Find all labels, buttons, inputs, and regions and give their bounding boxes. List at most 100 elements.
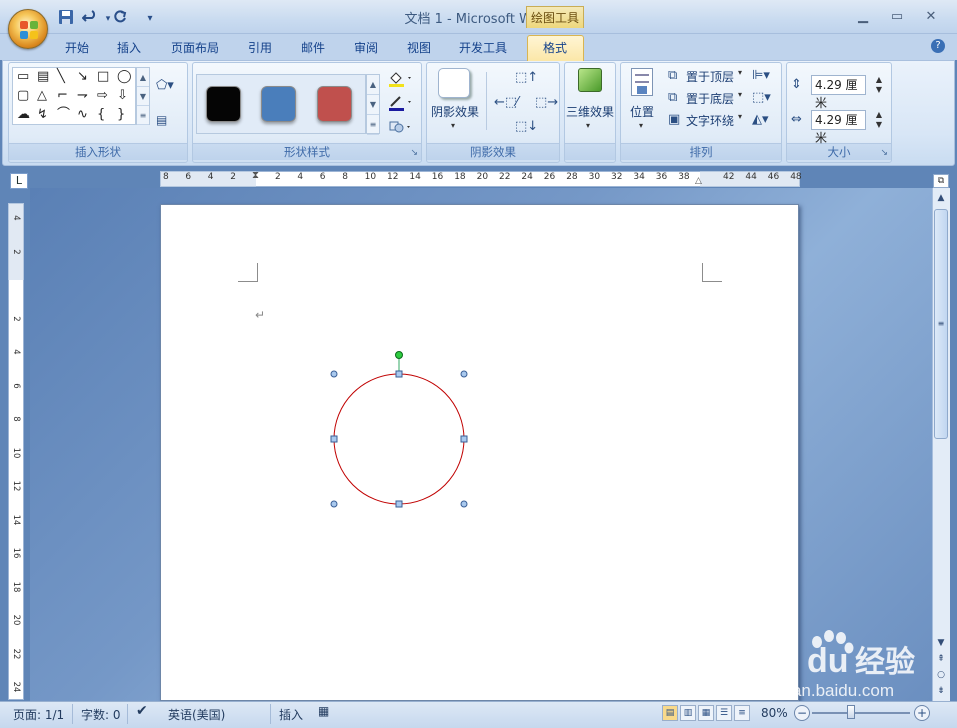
help-icon[interactable]: ? [931,39,945,53]
position-dropdown-icon[interactable]: ▾ [639,121,643,130]
macro-record-icon[interactable]: ▦ [318,704,329,718]
side-handle[interactable] [395,500,403,508]
text-wrap-dropdown-icon[interactable]: ▾ [738,112,742,121]
shape-styles-gallery[interactable] [196,74,366,134]
print-layout-view-icon[interactable]: ▤ [662,705,678,721]
tab-review[interactable]: 审阅 [347,38,385,60]
zoom-slider-thumb[interactable] [847,705,855,719]
corner-handle[interactable] [330,370,338,378]
side-handle[interactable] [460,435,468,443]
style-swatch-black[interactable] [206,86,241,122]
rotate-icon[interactable]: ◭▾ [752,112,769,128]
outline-view-icon[interactable]: ☰ [716,705,732,721]
elbow-arrow-shape-icon[interactable]: ⇁ [77,89,88,103]
text-wrap-button[interactable]: 文字环绕 [686,112,734,129]
position-icon[interactable] [631,68,653,96]
rectangle-shape-icon[interactable]: □ [97,70,109,84]
width-spinner[interactable]: ▲ ▼ [872,110,886,130]
rotation-handle[interactable] [395,351,403,359]
tab-insert[interactable]: 插入 [110,38,148,60]
3d-dropdown-icon[interactable]: ▾ [586,121,590,130]
shadow-dropdown-icon[interactable]: ▾ [451,121,455,130]
zoom-level[interactable]: 80% [761,706,788,720]
shadow-effects-button[interactable]: 阴影效果 [431,103,479,120]
tab-selector[interactable]: L [10,173,28,189]
arc-shape-icon[interactable]: ⌒ [57,108,70,122]
nudge-shadow-left-icon[interactable]: ←⬚ [494,95,517,111]
corner-handle[interactable] [460,370,468,378]
line-color-icon[interactable] [388,94,414,117]
corner-handle[interactable] [460,500,468,508]
edit-shape-icon[interactable]: ⬠▾ [156,78,174,94]
scroll-down-icon[interactable]: ▼ [367,95,379,115]
tab-references[interactable]: 引用 [241,38,279,60]
shapes-gallery-scroll[interactable]: ▲ ▼ ≡ [136,67,150,125]
tab-format[interactable]: 格式 [530,38,580,60]
3d-effects-icon[interactable] [578,68,602,92]
full-screen-reading-icon[interactable]: ▥ [680,705,696,721]
left-brace-shape-icon[interactable]: { [97,108,105,122]
shape-styles-scroll[interactable]: ▲ ▼ ≡ [366,74,380,135]
3d-effects-button[interactable]: 三维效果 [566,103,614,120]
more-icon[interactable]: ≡ [137,106,149,125]
style-swatch-blue[interactable] [261,86,296,122]
scroll-up-icon[interactable]: ▲ [137,68,149,87]
close-icon[interactable]: ✕ [920,8,942,26]
curve-shape-icon[interactable]: ∿ [77,108,88,122]
nudge-shadow-right-icon[interactable]: ⬚→ [535,95,558,111]
language[interactable]: 英语(美国) [168,706,225,723]
triangle-shape-icon[interactable]: △ [37,89,47,103]
more-icon[interactable]: ≡ [367,115,379,135]
zoom-out-icon[interactable]: − [794,705,810,721]
lightning-shape-icon[interactable]: ↯ [37,108,48,122]
shadow-on-off-icon[interactable]: ⁄ [516,95,518,111]
word-count[interactable]: 字数: 0 [81,706,121,723]
ruler-toggle-icon[interactable]: ⧉ [933,174,949,188]
page-count[interactable]: 页面: 1/1 [13,706,64,723]
arrow-line-shape-icon[interactable]: ↘ [77,70,88,84]
group-objects-icon[interactable]: ⬚▾ [752,90,771,106]
side-handle[interactable] [395,370,403,378]
send-to-back-dropdown-icon[interactable]: ▾ [738,90,742,99]
shadow-effects-icon[interactable] [438,68,470,98]
zoom-slider[interactable] [812,712,910,714]
freeform-shape-icon[interactable]: ☁ [17,108,30,122]
scroll-up-icon[interactable]: ▲ [367,75,379,95]
rounded-rect-shape-icon[interactable]: ▢ [17,89,29,103]
send-to-back-icon[interactable]: ⧉ [668,90,677,106]
text-box-icon[interactable]: ▤ [156,112,167,128]
draft-view-icon[interactable]: ≡ [734,705,750,721]
office-button[interactable] [8,9,48,49]
zoom-in-icon[interactable]: + [914,705,930,721]
textbox-shape-icon[interactable]: ▭ [17,70,29,84]
web-layout-icon[interactable]: ▦ [698,705,714,721]
fill-color-icon[interactable] [388,70,414,93]
nudge-shadow-up-icon[interactable]: ⬚↑ [515,70,538,86]
side-handle[interactable] [330,435,338,443]
elbow-connector-shape-icon[interactable]: ⌐ [57,89,68,103]
bring-to-front-icon[interactable]: ⧉ [668,68,677,84]
tab-developer[interactable]: 开发工具 [451,38,515,60]
tab-page-layout[interactable]: 页面布局 [164,38,226,60]
nudge-shadow-down-icon[interactable]: ⬚↓ [515,119,538,135]
tab-view[interactable]: 视图 [400,38,438,60]
selected-shape[interactable] [320,345,480,515]
send-to-back-button[interactable]: 置于底层 [686,90,734,107]
style-swatch-red[interactable] [317,86,352,122]
position-button[interactable]: 位置 [630,103,654,120]
maximize-icon[interactable]: ▭ [886,8,908,26]
scroll-down-icon[interactable]: ▼ [137,87,149,106]
tab-mailings[interactable]: 邮件 [294,38,332,60]
down-arrow-shape-icon[interactable]: ⇩ [117,89,128,103]
proofing-icon[interactable]: ✔ [136,703,148,719]
right-arrow-shape-icon[interactable]: ⇨ [97,89,108,103]
minimize-icon[interactable]: ▁ [852,8,874,26]
first-line-indent-marker[interactable]: ⧗ [252,170,259,181]
line-shape-icon[interactable]: ╲ [57,70,65,84]
vertical-textbox-shape-icon[interactable]: ▤ [37,70,49,84]
shapes-gallery[interactable]: ▭ ▤ ╲ ↘ □ ◯ ▢ △ ⌐ ⇁ ⇨ ⇩ ☁ ↯ ⌒ ∿ { } [12,67,136,125]
change-shape-icon[interactable] [388,118,414,141]
height-spinner[interactable]: ▲ ▼ [872,75,886,95]
shape-height-input[interactable]: 4.29 厘米 [811,75,866,110]
size-dialog-launcher-icon[interactable]: ↘ [880,148,888,158]
